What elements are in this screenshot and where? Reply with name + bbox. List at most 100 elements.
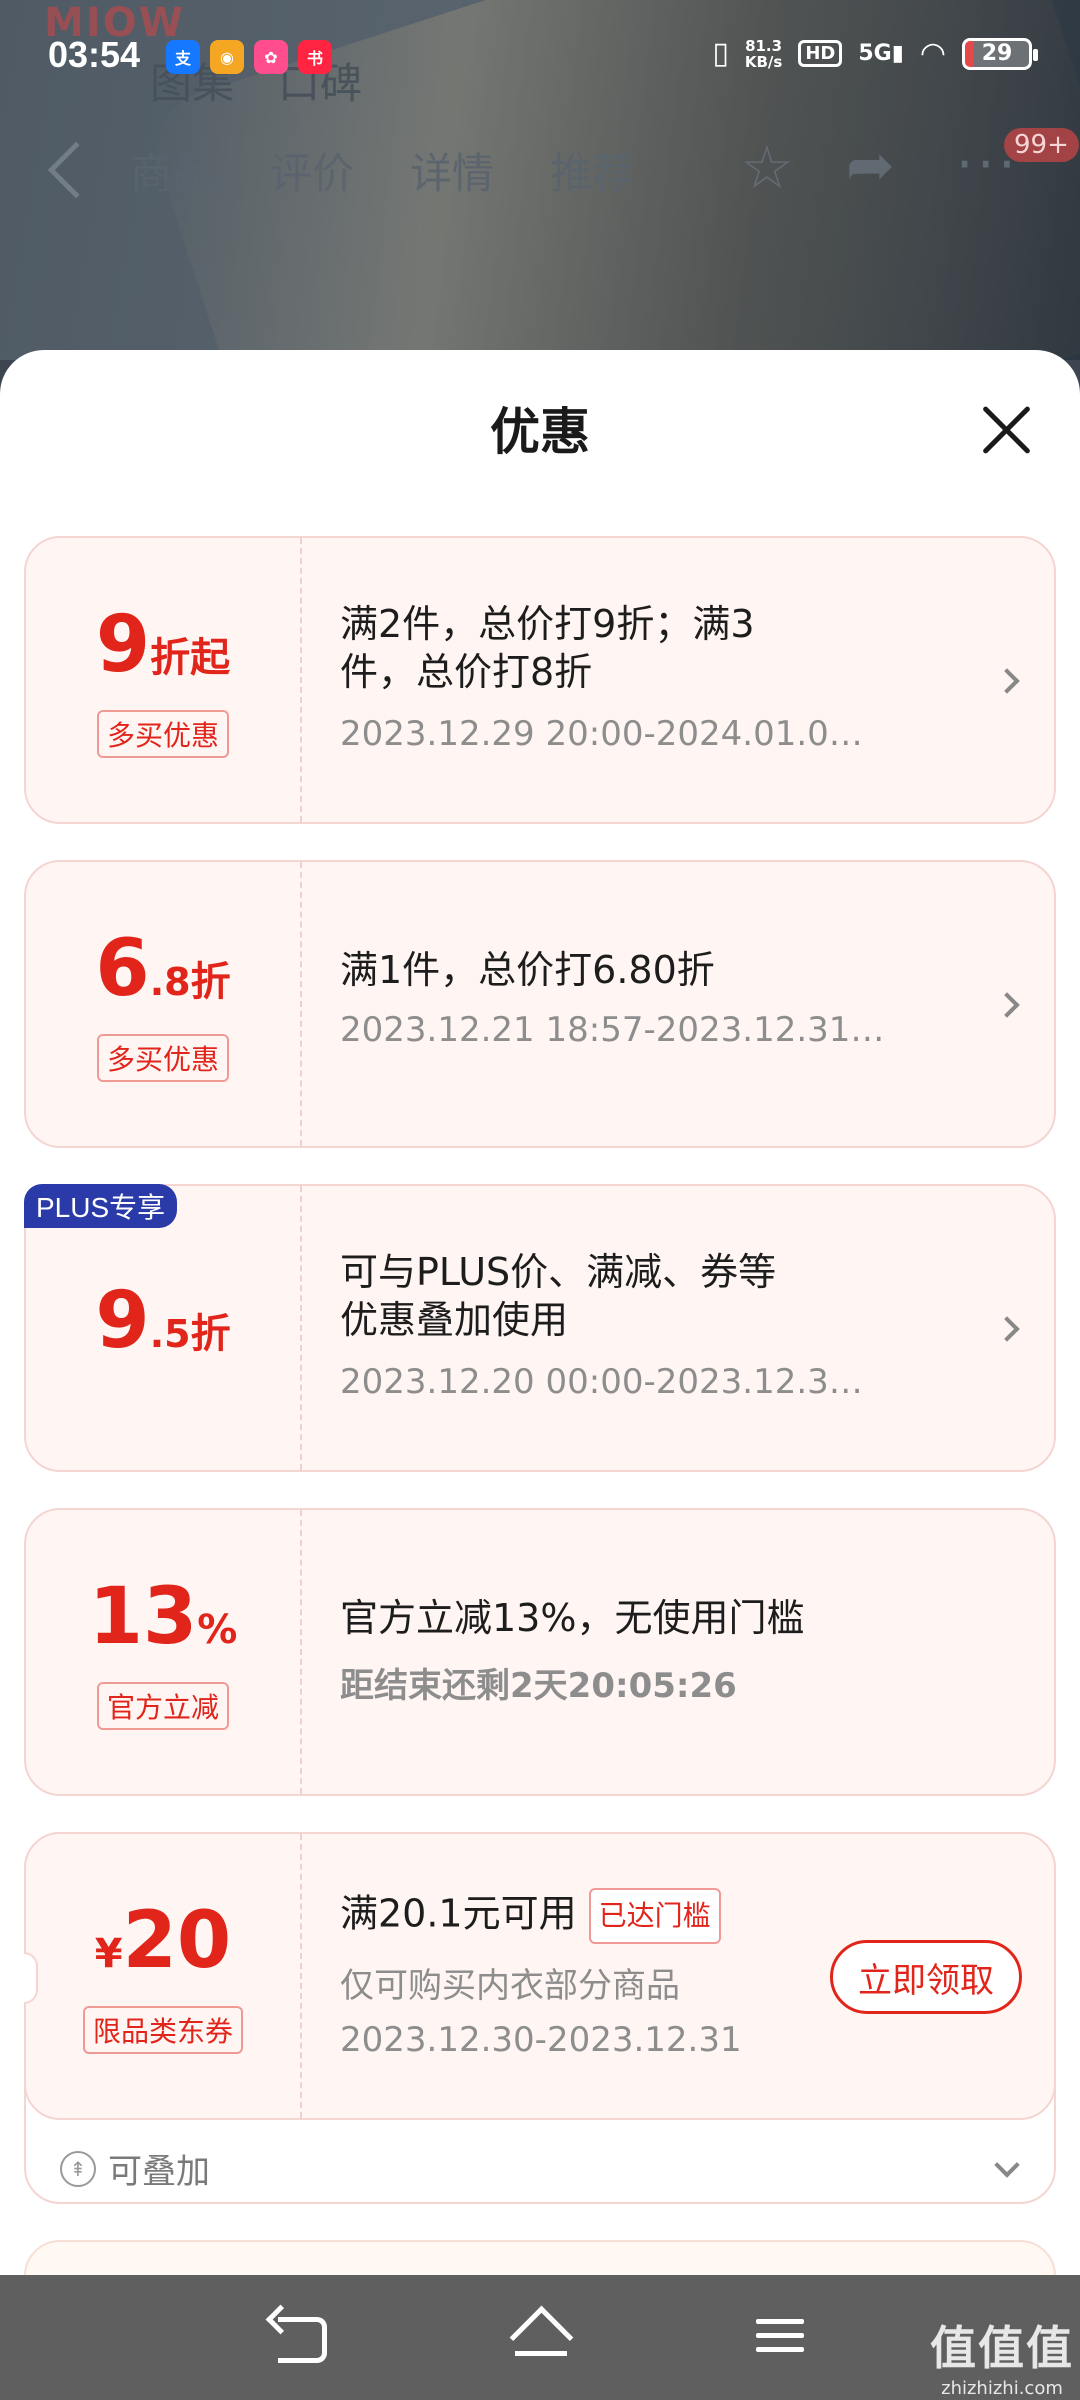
signal-5g-icon: 5G▮ <box>858 41 904 66</box>
offer-desc-line1: 满1件，总价打6.80折 <box>340 948 715 992</box>
offer-value-unit: % <box>197 1607 238 1653</box>
offer-value-main: 6 <box>95 924 150 1014</box>
offer-card[interactable]: 6.8折 多买优惠 满1件，总价打6.80折 2023.12.21 18:57-… <box>24 860 1056 1148</box>
chevron-right-icon <box>994 992 1020 1018</box>
offer-value-main: 9 <box>95 600 151 690</box>
notification-icons: 支 ◉ ✿ 书 <box>166 40 332 74</box>
chevron-right-icon <box>994 1316 1020 1342</box>
stackable-row[interactable]: ⇞ 可叠加 <box>60 2144 210 2193</box>
offer-description: 满2件，总价打9折；满3 件，总价打8折 <box>340 600 860 696</box>
message-badge: 99+ <box>1004 128 1079 162</box>
offer-description: 可与PLUS价、满减、券等 优惠叠加使用 <box>340 1248 860 1344</box>
coupon-main: ¥20 限品类东券 满20.1元可用 已达门槛 仅可购买内衣部分商品 2023.1… <box>24 1832 1056 2120</box>
offer-value: 9.5折 <box>26 1276 300 1366</box>
coupon-value-panel: ¥20 限品类东券 <box>26 1834 300 2118</box>
nav-back-icon[interactable] <box>264 2305 334 2365</box>
xiaohongshu-icon: 书 <box>298 40 332 74</box>
coupon-amount: 20 <box>122 1896 232 1986</box>
card-divider <box>300 1186 302 1470</box>
sheet-title: 优惠 <box>490 403 590 461</box>
status-right: ▯ 81.3 KB/s HD 5G▮ ◠ 29 <box>712 36 1038 71</box>
card-divider <box>300 538 302 822</box>
stackable-label: 可叠加 <box>108 2152 210 2192</box>
battery-icon: 29 <box>962 37 1038 70</box>
status-bar: 03:54 支 ◉ ✿ 书 ▯ 81.3 KB/s HD 5G▮ ◠ 29 <box>0 0 1080 112</box>
status-time: 03:54 <box>48 34 141 75</box>
coupon-currency: ¥ <box>94 1931 123 1977</box>
offer-desc-line1: 可与PLUS价、满减、券等 <box>340 1250 777 1294</box>
offer-value-unit: 折 <box>190 1311 231 1357</box>
offer-description: 满1件，总价打6.80折 <box>340 946 860 994</box>
offer-value-main: 13 <box>88 1572 198 1662</box>
offer-countdown: 距结束还剩2天20:05:26 <box>340 1666 737 1706</box>
threshold-reached-badge: 已达门槛 <box>588 1888 721 1944</box>
offer-card[interactable]: 9折起 多买优惠 满2件，总价打9折；满3 件，总价打8折 2023.12.29… <box>24 536 1056 824</box>
offer-time: 2023.12.29 20:00-2024.01.0… <box>340 714 863 754</box>
tab-details: 详情 <box>410 149 495 198</box>
offer-card: 13% 官方立减 官方立减13%，无使用门槛 距结束还剩2天20:05:26 <box>24 1508 1056 1796</box>
chevron-right-icon <box>994 668 1020 694</box>
offer-desc-line2: 件，总价打8折 <box>340 650 593 694</box>
offer-value-panel: 6.8折 多买优惠 <box>26 862 300 1146</box>
tab-reviews: 评价 <box>270 149 355 198</box>
offer-value-panel: 9折起 多买优惠 <box>26 538 300 822</box>
offer-time: 2023.12.21 18:57-2023.12.31… <box>340 1010 885 1050</box>
offer-value-main: 9 <box>95 1276 150 1366</box>
tab-recommend: 推荐 <box>550 149 635 198</box>
offer-tag: 多买优惠 <box>26 1034 300 1082</box>
offer-value: 9折起 <box>26 600 300 690</box>
card-divider <box>300 1510 302 1794</box>
offer-tag: 官方立减 <box>26 1682 300 1730</box>
stack-icon: ⇞ <box>60 2150 96 2187</box>
claim-coupon-button[interactable]: 立即领取 <box>830 1940 1022 2014</box>
offer-tag-label: 多买优惠 <box>96 710 229 758</box>
offer-value-panel: 9.5折 <box>26 1186 300 1470</box>
offer-tag: 多买优惠 <box>26 710 300 758</box>
net-speed-value: 81.3 <box>745 36 783 55</box>
promotions-sheet: 优惠 9折起 多买优惠 满2件，总价打9折；满3 件，总价打8折 2023.12… <box>0 350 1080 2275</box>
coupon-condition-row: 满20.1元可用 已达门槛 <box>340 1888 810 1944</box>
offer-value-unit: 折 <box>190 959 231 1005</box>
offer-description: 官方立减13%，无使用门槛 <box>340 1594 860 1642</box>
offer-tag-label: 官方立减 <box>96 1682 229 1730</box>
coupon-tag-label: 限品类东券 <box>82 2006 243 2054</box>
offer-value-decimal: .5 <box>149 1312 191 1356</box>
vibrate-icon: ▯ <box>712 36 729 71</box>
offer-time: 2023.12.20 00:00-2023.12.3… <box>340 1362 863 1402</box>
card-divider <box>300 1834 302 2118</box>
tab-product: 商品 <box>130 149 215 198</box>
alipay-icon: 支 <box>166 40 200 74</box>
chevron-down-icon[interactable] <box>994 2152 1020 2178</box>
product-nav: 商品 评价 详情 推荐 ☆ ➦ ··· 99+ <box>0 128 1080 212</box>
favorite-icon: ☆ <box>740 133 794 203</box>
nav-home-icon[interactable] <box>505 2305 575 2365</box>
coupon-time: 2023.12.30-2023.12.31 <box>340 2020 742 2060</box>
signal-label: 5G <box>858 41 892 66</box>
offer-desc-line1: 官方立减13%，无使用门槛 <box>340 1596 805 1640</box>
net-speed: 81.3 KB/s <box>745 38 782 70</box>
net-speed-unit: KB/s <box>744 52 783 71</box>
offer-value: 6.8折 <box>26 924 300 1014</box>
offer-value: 13% <box>26 1572 300 1662</box>
app-cat-icon: ◉ <box>210 40 244 74</box>
offer-desc-line1: 满2件，总价打9折；满3 <box>340 602 755 646</box>
coupon-card: ¥20 限品类东券 满20.1元可用 已达门槛 仅可购买内衣部分商品 2023.1… <box>24 1832 1056 2204</box>
coupon-tag: 限品类东券 <box>26 2006 300 2054</box>
close-icon[interactable] <box>976 400 1036 460</box>
coupon-value: ¥20 <box>26 1896 300 1986</box>
nav-menu-icon[interactable] <box>746 2305 816 2365</box>
hd-icon: HD <box>798 40 843 67</box>
wifi-icon: ◠ <box>919 36 946 71</box>
system-nav-bar <box>0 2275 1080 2400</box>
coupon-scope: 仅可购买内衣部分商品 <box>340 1966 680 2006</box>
offer-value-panel: 13% 官方立减 <box>26 1510 300 1794</box>
offer-value-decimal: .8 <box>149 960 191 1004</box>
offer-value-unit: 折起 <box>150 635 231 681</box>
watermark: 值值值 zhizhizhi.com <box>930 2312 1074 2399</box>
coupon-condition: 满20.1元可用 <box>340 1891 577 1936</box>
offer-tag-label: 多买优惠 <box>96 1034 229 1082</box>
offer-desc-line2: 优惠叠加使用 <box>340 1298 569 1342</box>
offer-card[interactable]: PLUS专享 9.5折 可与PLUS价、满减、券等 优惠叠加使用 2023.12… <box>24 1184 1056 1472</box>
battery-level: 29 <box>981 41 1013 66</box>
next-offer-card <box>24 2240 1056 2275</box>
